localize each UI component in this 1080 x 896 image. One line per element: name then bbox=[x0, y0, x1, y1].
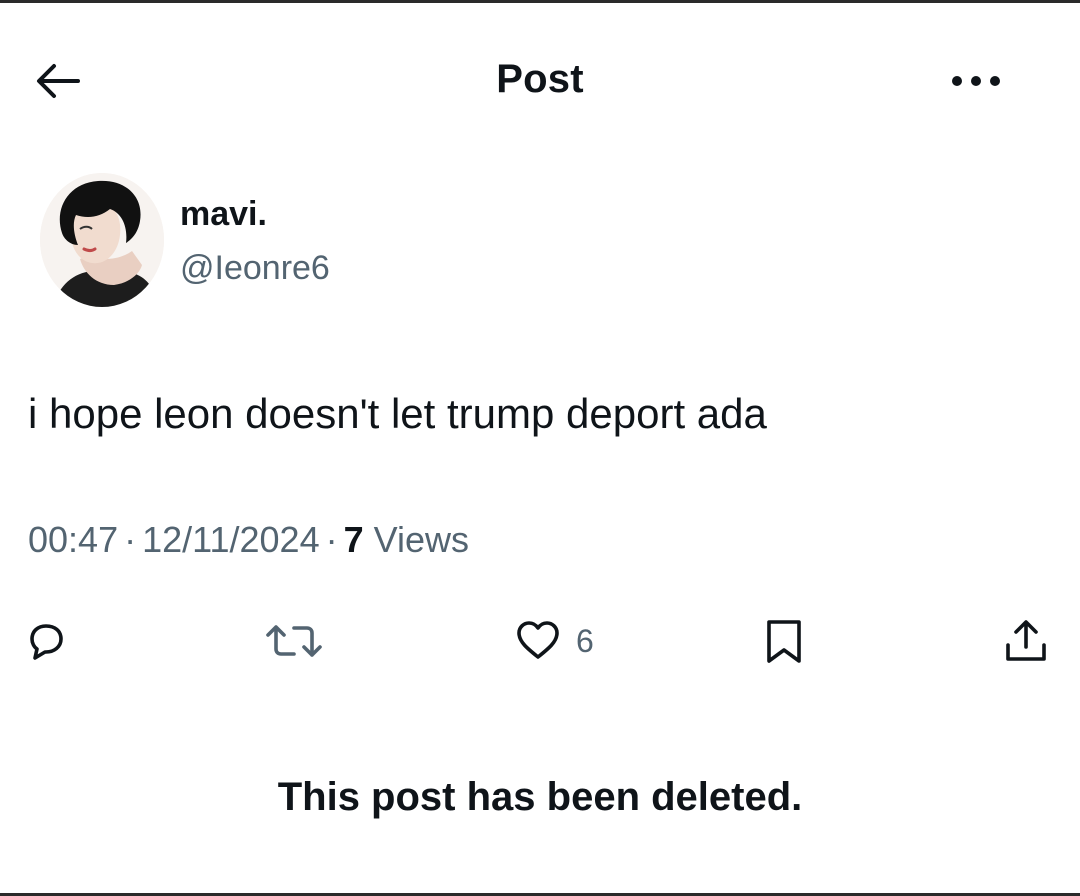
top-bar: Post bbox=[0, 3, 1080, 153]
share-upload-icon bbox=[1006, 620, 1046, 661]
post-action-bar: 6 bbox=[0, 603, 1080, 683]
reply-button[interactable] bbox=[22, 609, 70, 673]
author-handle[interactable]: @Ieonre6 bbox=[180, 249, 330, 288]
avatar[interactable] bbox=[40, 173, 164, 307]
post-author: mavi. @Ieonre6 bbox=[40, 173, 740, 313]
avatar-portrait-image bbox=[40, 173, 164, 307]
post-date[interactable]: 12/11/2024 bbox=[142, 519, 320, 560]
bookmark-button[interactable] bbox=[760, 609, 808, 673]
meta-separator: · bbox=[124, 519, 137, 560]
like-button[interactable]: 6 bbox=[514, 609, 594, 673]
views-label: Views bbox=[373, 519, 470, 560]
post-metadata: 00:47 · 12/11/2024 · 7 Views bbox=[28, 519, 469, 561]
bookmark-icon bbox=[767, 620, 801, 663]
ellipsis-icon bbox=[952, 76, 1000, 86]
more-options-button[interactable] bbox=[936, 59, 1016, 103]
post-screen: Post mavi. @Ieonre6 i hope leon doesn't … bbox=[0, 0, 1080, 896]
post-time[interactable]: 00:47 bbox=[28, 519, 118, 560]
heart-icon bbox=[517, 621, 559, 659]
like-count: 6 bbox=[576, 622, 594, 659]
post-deleted-notice: This post has been deleted. bbox=[277, 775, 803, 819]
share-button[interactable] bbox=[1002, 609, 1050, 673]
page-title: Post bbox=[496, 57, 584, 101]
author-display-name[interactable]: mavi. bbox=[180, 195, 267, 234]
reply-bubble-icon bbox=[30, 624, 63, 660]
post-text: i hope leon doesn't let trump deport ada bbox=[28, 390, 767, 437]
views-count: 7 bbox=[343, 519, 364, 560]
meta-separator: · bbox=[325, 519, 338, 560]
repost-icon bbox=[266, 625, 322, 657]
repost-button[interactable] bbox=[264, 609, 324, 673]
